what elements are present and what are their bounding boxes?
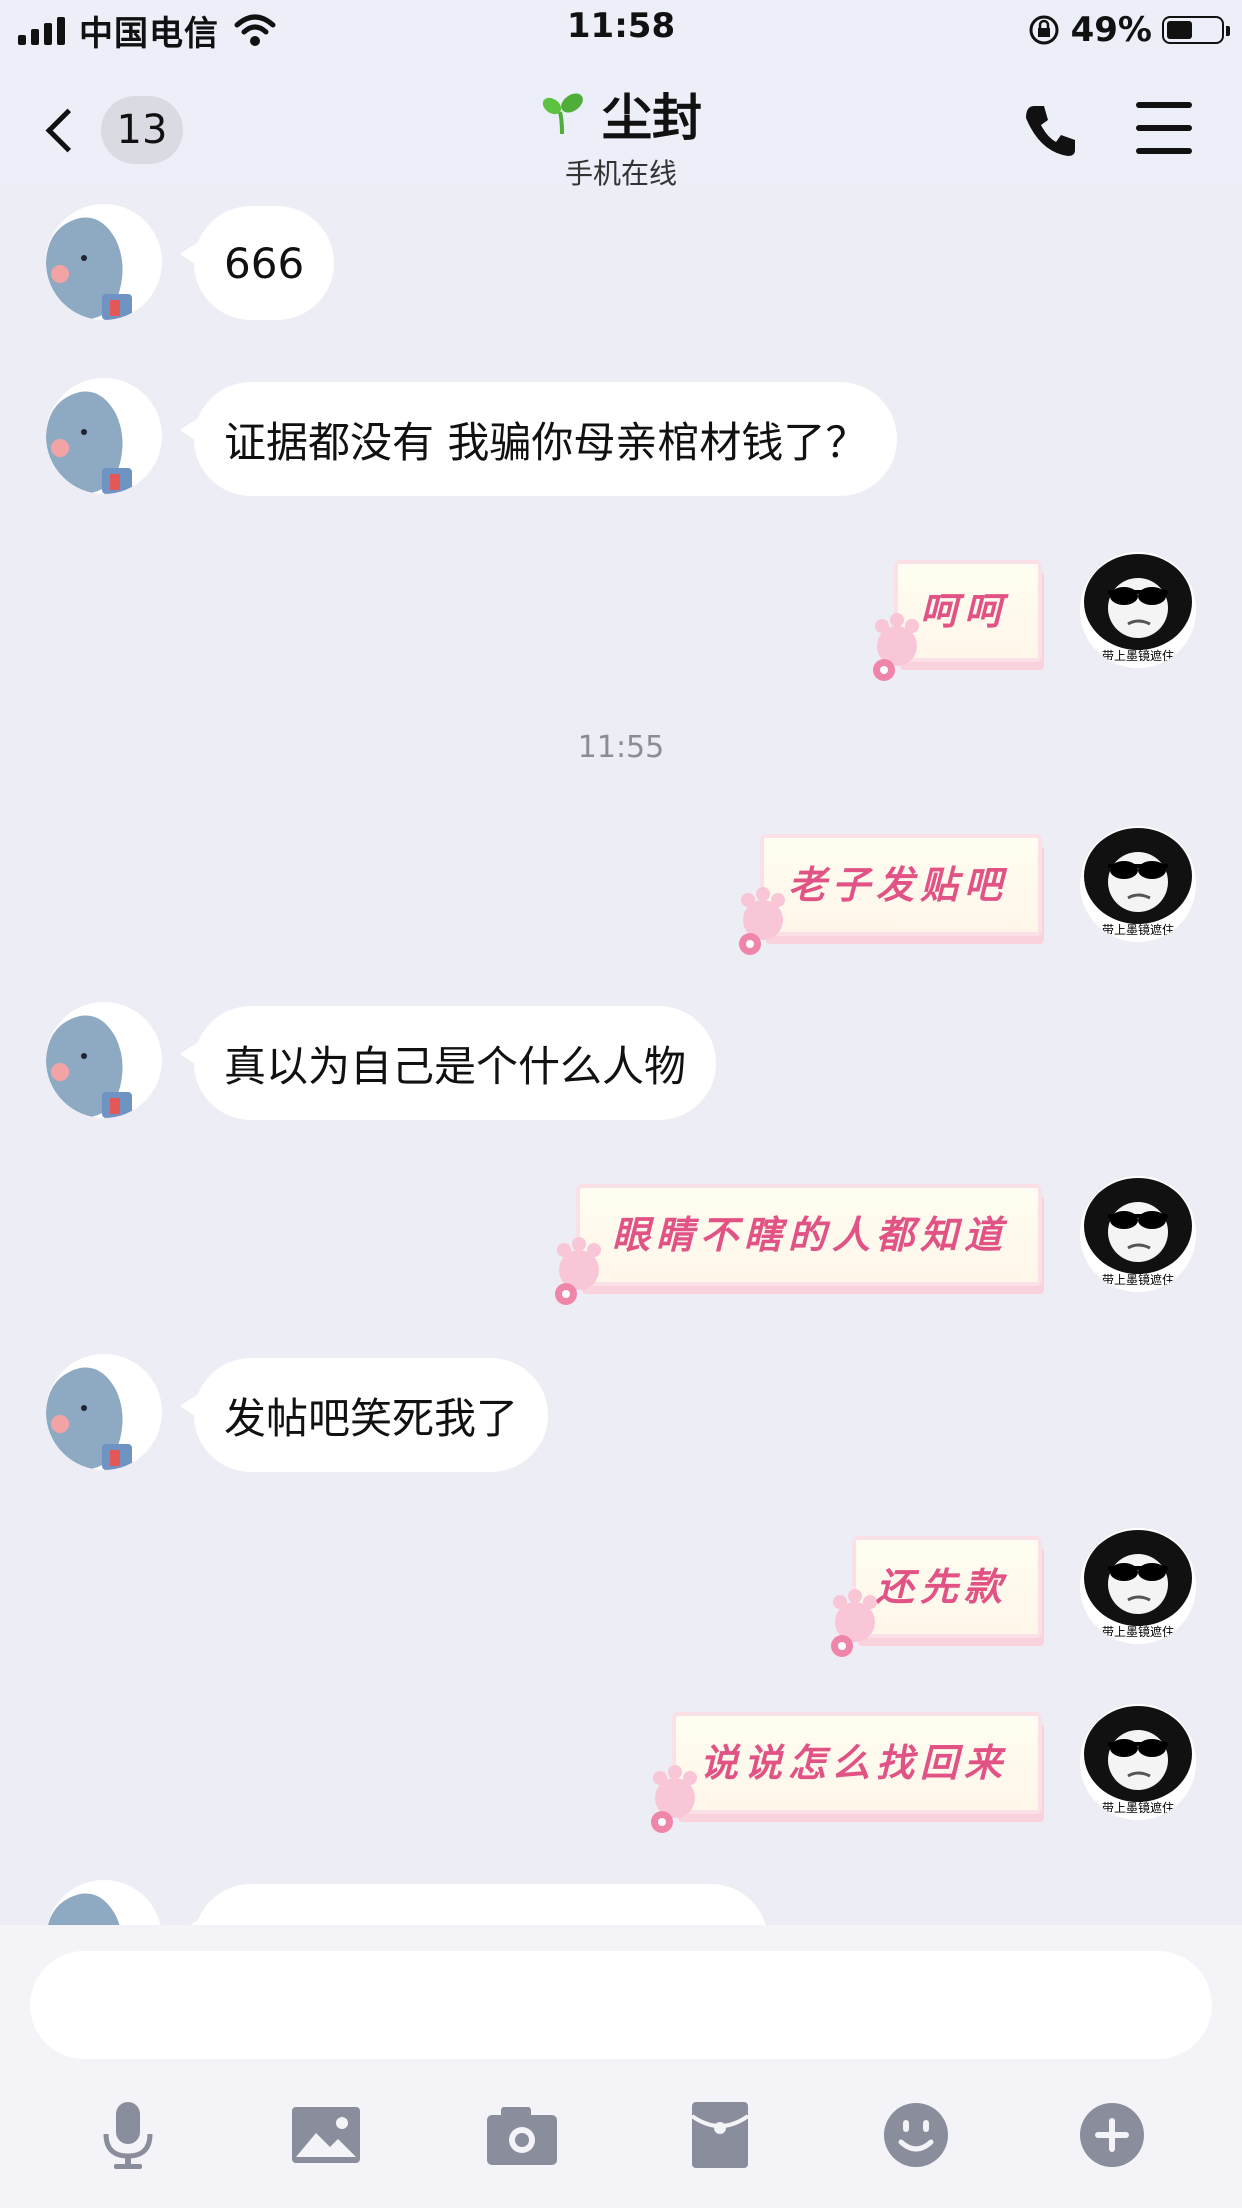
avatar[interactable] xyxy=(46,1880,162,1925)
plus-icon[interactable] xyxy=(1072,2095,1152,2175)
message-list[interactable]: 666 证据都没有 我骗你母亲棺材钱了？ 带上墨镜遮住 呵呵 11:55 带上墨… xyxy=(0,190,1242,1925)
contact-avatar-image xyxy=(46,378,162,494)
avatar-caption: 带上墨镜遮住 xyxy=(1102,922,1174,937)
sticker-message[interactable]: 老子发贴吧 xyxy=(739,834,1042,955)
avatar[interactable] xyxy=(46,1354,162,1470)
sticker-text: 呵呵 xyxy=(919,588,1008,633)
avatar-caption: 带上墨镜遮住 xyxy=(1102,1624,1174,1639)
avatar[interactable] xyxy=(46,378,162,494)
message-bubble-partial[interactable] xyxy=(180,1884,768,1925)
phone-icon[interactable] xyxy=(1020,100,1080,160)
battery-icon xyxy=(1162,16,1230,44)
sticker-text: 说说怎么找回来 xyxy=(699,1740,1008,1785)
avatar-caption: 带上墨镜遮住 xyxy=(1102,648,1174,663)
sticker-message[interactable]: 呵呵 xyxy=(873,560,1042,681)
meme-avatar-image: 带上墨镜遮住 xyxy=(1080,1176,1196,1292)
timestamp: 11:55 xyxy=(577,730,665,765)
composer xyxy=(0,1925,1242,2208)
contact-avatar-image xyxy=(46,204,162,320)
avatar-caption: 带上墨镜遮住 xyxy=(1102,1272,1174,1287)
message-bubble[interactable]: 666 xyxy=(179,206,335,320)
sticker-text: 眼睛不瞎的人都知道 xyxy=(611,1212,1008,1257)
avatar[interactable]: 带上墨镜遮住 xyxy=(1080,826,1196,942)
sticker-message[interactable]: 还先款 xyxy=(831,1536,1042,1657)
avatar[interactable] xyxy=(46,1002,162,1118)
orientation-lock-icon xyxy=(1029,15,1059,45)
avatar[interactable]: 带上墨镜遮住 xyxy=(1080,1704,1196,1820)
sticker-text: 老子发贴吧 xyxy=(787,862,1008,907)
composer-toolbar xyxy=(0,2095,1242,2175)
contact-avatar-image xyxy=(46,1880,162,1925)
avatar[interactable]: 带上墨镜遮住 xyxy=(1080,1176,1196,1292)
camera-icon[interactable] xyxy=(482,2095,562,2175)
contact-avatar-image xyxy=(46,1002,162,1118)
avatar[interactable] xyxy=(46,204,162,320)
sticker-text: 还先款 xyxy=(875,1564,1008,1609)
meme-avatar-image: 带上墨镜遮住 xyxy=(1080,1704,1196,1820)
message-input[interactable] xyxy=(30,1951,1212,2059)
menu-icon[interactable] xyxy=(1136,102,1192,154)
status-bar: 中国电信 11:58 49% xyxy=(0,0,1242,60)
paw-flower-icon xyxy=(555,1237,601,1305)
meme-avatar-image: 带上墨镜遮住 xyxy=(1080,552,1196,668)
battery-percent: 49% xyxy=(1070,10,1152,50)
message-bubble[interactable]: 发帖吧笑死我了 xyxy=(179,1358,549,1472)
message-bubble[interactable]: 证据都没有 我骗你母亲棺材钱了？ xyxy=(179,382,898,496)
sticker-message[interactable]: 眼睛不瞎的人都知道 xyxy=(555,1184,1042,1305)
nav-bar: 13 尘封 手机在线 xyxy=(0,60,1242,190)
sticker-message[interactable]: 说说怎么找回来 xyxy=(651,1712,1042,1833)
meme-avatar-image: 带上墨镜遮住 xyxy=(1080,826,1196,942)
chat-title: 尘封 xyxy=(602,89,702,147)
meme-avatar-image: 带上墨镜遮住 xyxy=(1080,1528,1196,1644)
avatar[interactable]: 带上墨镜遮住 xyxy=(1080,1528,1196,1644)
avatar-caption: 带上墨镜遮住 xyxy=(1102,1800,1174,1815)
red-packet-icon[interactable] xyxy=(680,2095,760,2175)
avatar[interactable]: 带上墨镜遮住 xyxy=(1080,552,1196,668)
emoji-icon[interactable] xyxy=(876,2095,956,2175)
sprout-icon xyxy=(542,93,583,135)
microphone-icon[interactable] xyxy=(88,2095,168,2175)
message-bubble[interactable]: 真以为自己是个什么人物 xyxy=(179,1006,717,1120)
image-icon[interactable] xyxy=(286,2095,366,2175)
contact-avatar-image xyxy=(46,1354,162,1470)
